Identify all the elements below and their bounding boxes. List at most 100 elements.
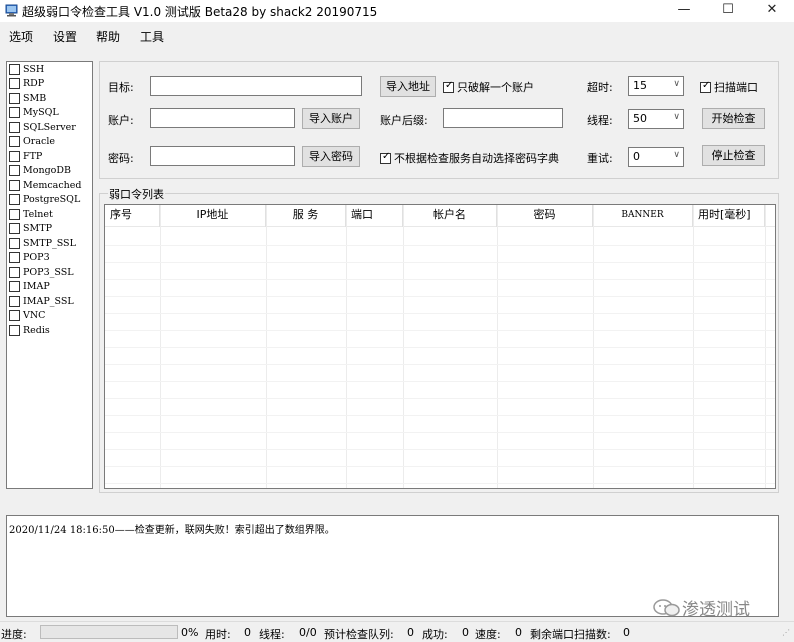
column-header-service[interactable]: 服 务	[266, 205, 346, 227]
service-label: Oracle	[23, 136, 55, 148]
start-check-button[interactable]: 开始检查	[702, 108, 765, 129]
service-label: Telnet	[23, 208, 53, 220]
menu-settings[interactable]: 设置	[53, 28, 77, 45]
scan-port-checkbox[interactable]: 扫描端口	[700, 79, 758, 95]
minimize-button[interactable]: —	[662, 0, 706, 22]
service-label: RDP	[23, 78, 45, 90]
menu-tools[interactable]: 工具	[140, 28, 164, 45]
checkbox-icon	[9, 324, 20, 336]
service-item-mongodb[interactable]: MongoDB	[7, 164, 92, 179]
checkbox-icon	[9, 223, 20, 235]
service-label: IMAP	[23, 281, 50, 293]
progress-bar	[40, 625, 178, 639]
service-item-smb[interactable]: SMB	[7, 91, 92, 106]
resize-grip-icon[interactable]: ⋰	[782, 628, 790, 637]
service-label: PostgreSQL	[23, 194, 81, 206]
service-item-pop3[interactable]: POP3	[7, 251, 92, 266]
checkbox-icon	[9, 107, 20, 119]
maximize-button[interactable]: ☐	[706, 0, 750, 22]
target-input[interactable]	[150, 76, 362, 96]
service-item-memcached[interactable]: Memcached	[7, 178, 92, 193]
account-input[interactable]	[150, 108, 295, 128]
remaining-ports-value: 0	[623, 626, 630, 639]
no-auto-dict-label: 不根据检查服务自动选择密码字典	[394, 152, 559, 165]
service-item-vnc[interactable]: VNC	[7, 309, 92, 324]
service-item-imap[interactable]: IMAP	[7, 280, 92, 295]
close-button[interactable]: ✕	[750, 0, 794, 22]
service-item-smtp-ssl[interactable]: SMTP_SSL	[7, 236, 92, 251]
service-item-smtp[interactable]: SMTP	[7, 222, 92, 237]
service-label: Redis	[23, 324, 50, 336]
menu-options[interactable]: 选项	[9, 28, 33, 45]
service-item-sqlserver[interactable]: SQLServer	[7, 120, 92, 135]
service-label: MySQL	[23, 107, 59, 119]
column-header-password[interactable]: 密码	[497, 205, 593, 227]
remaining-ports-label: 剩余端口扫描数:	[530, 628, 611, 641]
threads-select[interactable]: 50 ∨	[628, 109, 684, 129]
service-label: SQLServer	[23, 121, 76, 133]
password-input[interactable]	[150, 146, 295, 166]
checkbox-icon	[9, 252, 20, 264]
watermark-text: 渗透测试	[682, 600, 750, 620]
threads-status-value: 0/0	[299, 626, 317, 639]
retry-select[interactable]: 0 ∨	[628, 147, 684, 167]
column-header-account[interactable]: 帐户名	[403, 205, 497, 227]
success-value: 0	[462, 626, 469, 639]
service-label: MongoDB	[23, 165, 71, 177]
checkbox-icon	[9, 63, 20, 75]
time-label: 用时:	[205, 628, 231, 641]
service-item-redis[interactable]: Redis	[7, 323, 92, 338]
grid-line	[105, 364, 775, 365]
service-item-postgresql[interactable]: PostgreSQL	[7, 193, 92, 208]
crack-one-label: 只破解一个账户	[457, 81, 534, 94]
service-item-imap-ssl[interactable]: IMAP_SSL	[7, 294, 92, 309]
account-suffix-input[interactable]	[443, 108, 563, 128]
service-label: SMTP_SSL	[23, 237, 76, 249]
service-item-telnet[interactable]: Telnet	[7, 207, 92, 222]
service-label: FTP	[23, 150, 43, 162]
service-item-mysql[interactable]: MySQL	[7, 106, 92, 121]
checkbox-icon	[9, 281, 20, 293]
checkbox-icon	[9, 150, 20, 162]
service-item-pop3-ssl[interactable]: POP3_SSL	[7, 265, 92, 280]
grid-line	[105, 296, 775, 297]
no-auto-dict-checkbox[interactable]: 不根据检查服务自动选择密码字典	[380, 150, 559, 166]
chevron-down-icon: ∨	[673, 150, 680, 160]
grid-line	[105, 313, 775, 314]
column-header-banner[interactable]: BANNER	[593, 205, 693, 227]
grid-line	[105, 398, 775, 399]
service-label: VNC	[23, 310, 46, 322]
checkbox-icon	[9, 208, 20, 220]
grid-line	[105, 381, 775, 382]
checkbox-icon	[9, 295, 20, 307]
threads-label: 线程:	[587, 114, 613, 127]
grid-line	[105, 279, 775, 280]
checkbox-icon	[443, 80, 454, 93]
success-label: 成功:	[422, 628, 448, 641]
checkbox-icon	[9, 165, 20, 177]
crack-one-checkbox[interactable]: 只破解一个账户	[443, 79, 534, 95]
service-item-oracle[interactable]: Oracle	[7, 135, 92, 150]
results-table[interactable]: 序号 IP地址 服 务 端口 帐户名 密码 BANNER 用时[毫秒]	[104, 204, 776, 489]
service-label: SMTP	[23, 223, 52, 235]
column-header-index[interactable]: 序号	[105, 205, 160, 227]
threads-status-label: 线程:	[259, 628, 285, 641]
checkbox-icon	[9, 121, 20, 133]
log-line: 2020/11/24 18:16:50——检查更新，联网失败！索引超出了数组界限…	[9, 525, 335, 536]
timeout-select[interactable]: 15 ∨	[628, 76, 684, 96]
service-item-ssh[interactable]: SSH	[7, 62, 92, 77]
stop-check-button[interactable]: 停止检查	[702, 145, 765, 166]
service-item-rdp[interactable]: RDP	[7, 77, 92, 92]
checkbox-icon	[9, 179, 20, 191]
queue-value: 0	[407, 626, 414, 639]
column-header-port[interactable]: 端口	[346, 205, 403, 227]
checkbox-icon	[9, 78, 20, 90]
service-item-ftp[interactable]: FTP	[7, 149, 92, 164]
menu-help[interactable]: 帮助	[96, 28, 120, 45]
import-address-button[interactable]: 导入地址	[380, 76, 436, 97]
import-account-button[interactable]: 导入账户	[302, 108, 360, 129]
column-header-ip[interactable]: IP地址	[160, 205, 266, 227]
checkbox-icon	[9, 266, 20, 278]
import-password-button[interactable]: 导入密码	[302, 146, 360, 167]
column-header-time[interactable]: 用时[毫秒]	[693, 205, 765, 227]
